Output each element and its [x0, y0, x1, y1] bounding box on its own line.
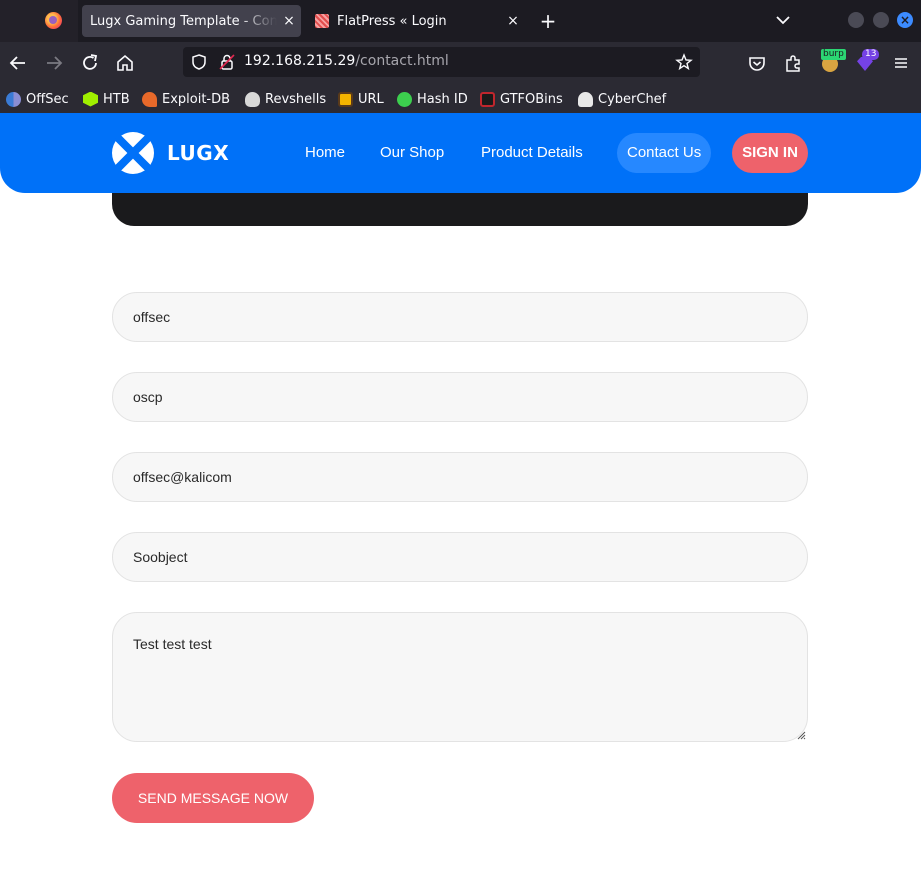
url-text: 192.168.215.29/contact.html — [244, 53, 449, 69]
tab-close-icon[interactable]: × — [501, 13, 525, 29]
bookmark-label: Hash ID — [417, 91, 468, 107]
reload-icon[interactable] — [79, 52, 101, 74]
extensions-puzzle-icon[interactable] — [782, 52, 804, 74]
url-bar[interactable]: 192.168.215.29/contact.html — [183, 47, 700, 77]
bookmark-label: Exploit-DB — [162, 91, 231, 107]
offsec-icon — [6, 91, 21, 107]
tracking-protection-shield-icon[interactable] — [190, 53, 208, 71]
htb-cube-icon — [83, 91, 98, 107]
tab-lugx-contact[interactable]: Lugx Gaming Template - Contact × — [82, 5, 301, 37]
hash-id-icon — [397, 91, 412, 107]
subject-field[interactable] — [112, 532, 808, 582]
url-host: 192.168.215.29 — [244, 53, 356, 69]
bookmarks-toolbar: OffSec HTB Exploit-DB Revshells URL Hash… — [0, 84, 921, 113]
bookmark-star-icon[interactable] — [675, 53, 693, 71]
bookmark-exploit-db[interactable]: Exploit-DB — [142, 90, 230, 108]
window-close-icon[interactable]: × — [897, 12, 913, 28]
message-textarea[interactable]: Test test test — [112, 612, 808, 742]
minimize-icon[interactable] — [848, 12, 864, 28]
bookmark-label: URL — [358, 91, 384, 107]
flatpress-favicon-icon — [315, 14, 329, 28]
bookmark-hash-id[interactable]: Hash ID — [397, 90, 468, 108]
gtfobins-icon — [480, 91, 495, 107]
tab-flatpress-login[interactable]: FlatPress « Login × — [307, 5, 525, 37]
burp-extension-icon[interactable]: burp — [818, 48, 846, 76]
hamburger-menu-icon[interactable] — [890, 52, 912, 74]
bookmark-label: HTB — [103, 91, 130, 107]
email-field[interactable] — [112, 452, 808, 502]
burp-badge: burp — [821, 49, 846, 60]
vpn-extension-icon[interactable]: 13 — [854, 48, 880, 76]
back-icon[interactable] — [7, 52, 29, 74]
tab-title: Lugx Gaming Template - Contact — [90, 13, 277, 29]
nav-product-details[interactable]: Product Details — [471, 133, 593, 173]
pocket-icon[interactable] — [746, 52, 768, 74]
exploit-db-icon — [142, 91, 157, 107]
surname-field[interactable] — [112, 372, 808, 422]
chef-hat-icon — [578, 91, 593, 107]
sign-in-button[interactable]: SIGN IN — [732, 133, 808, 173]
lugx-logo-icon — [112, 132, 154, 174]
home-icon[interactable] — [114, 52, 136, 74]
site-logo[interactable]: LUGX — [112, 132, 232, 174]
browser-tab-bar: Lugx Gaming Template - Contact × FlatPre… — [0, 0, 921, 42]
bookmark-label: Revshells — [265, 91, 327, 107]
logo-text: LUGX — [167, 141, 230, 165]
bookmark-gtfobins[interactable]: GTFOBins — [480, 90, 563, 108]
url-path: /contact.html — [355, 53, 449, 69]
nav-home[interactable]: Home — [295, 133, 355, 173]
textarea-resize-grip-icon[interactable] — [797, 731, 806, 740]
tab-title: FlatPress « Login — [337, 13, 447, 29]
browser-toolbar: 192.168.215.29/contact.html burp 13 — [0, 42, 921, 84]
url-tool-icon — [338, 91, 353, 107]
maximize-icon[interactable] — [873, 12, 889, 28]
extension-count-badge: 13 — [862, 49, 880, 60]
bookmark-label: GTFOBins — [500, 91, 563, 107]
nav-contact-us[interactable]: Contact Us — [617, 133, 712, 173]
tab-close-icon[interactable]: × — [277, 13, 301, 29]
nav-our-shop[interactable]: Our Shop — [370, 133, 454, 173]
firefox-view-area[interactable] — [0, 0, 78, 42]
insecure-lock-icon[interactable] — [218, 53, 236, 71]
list-all-tabs-icon[interactable] — [773, 10, 793, 30]
bookmark-label: OffSec — [26, 91, 69, 107]
bookmark-offsec[interactable]: OffSec — [6, 90, 69, 108]
site-header: LUGX Home Our Shop Product Details Conta… — [0, 113, 921, 193]
name-field[interactable] — [112, 292, 808, 342]
bookmark-label: CyberChef — [598, 91, 667, 107]
bookmark-htb[interactable]: HTB — [83, 90, 130, 108]
firefox-icon[interactable] — [45, 12, 62, 29]
new-tab-icon[interactable]: + — [536, 9, 560, 33]
bookmark-revshells[interactable]: Revshells — [245, 90, 326, 108]
forward-icon[interactable] — [43, 52, 65, 74]
send-message-button[interactable]: SEND MESSAGE NOW — [112, 773, 314, 823]
bookmark-cyberchef[interactable]: CyberChef — [578, 90, 666, 108]
bookmark-url[interactable]: URL — [338, 90, 384, 108]
skull-icon — [245, 91, 260, 107]
